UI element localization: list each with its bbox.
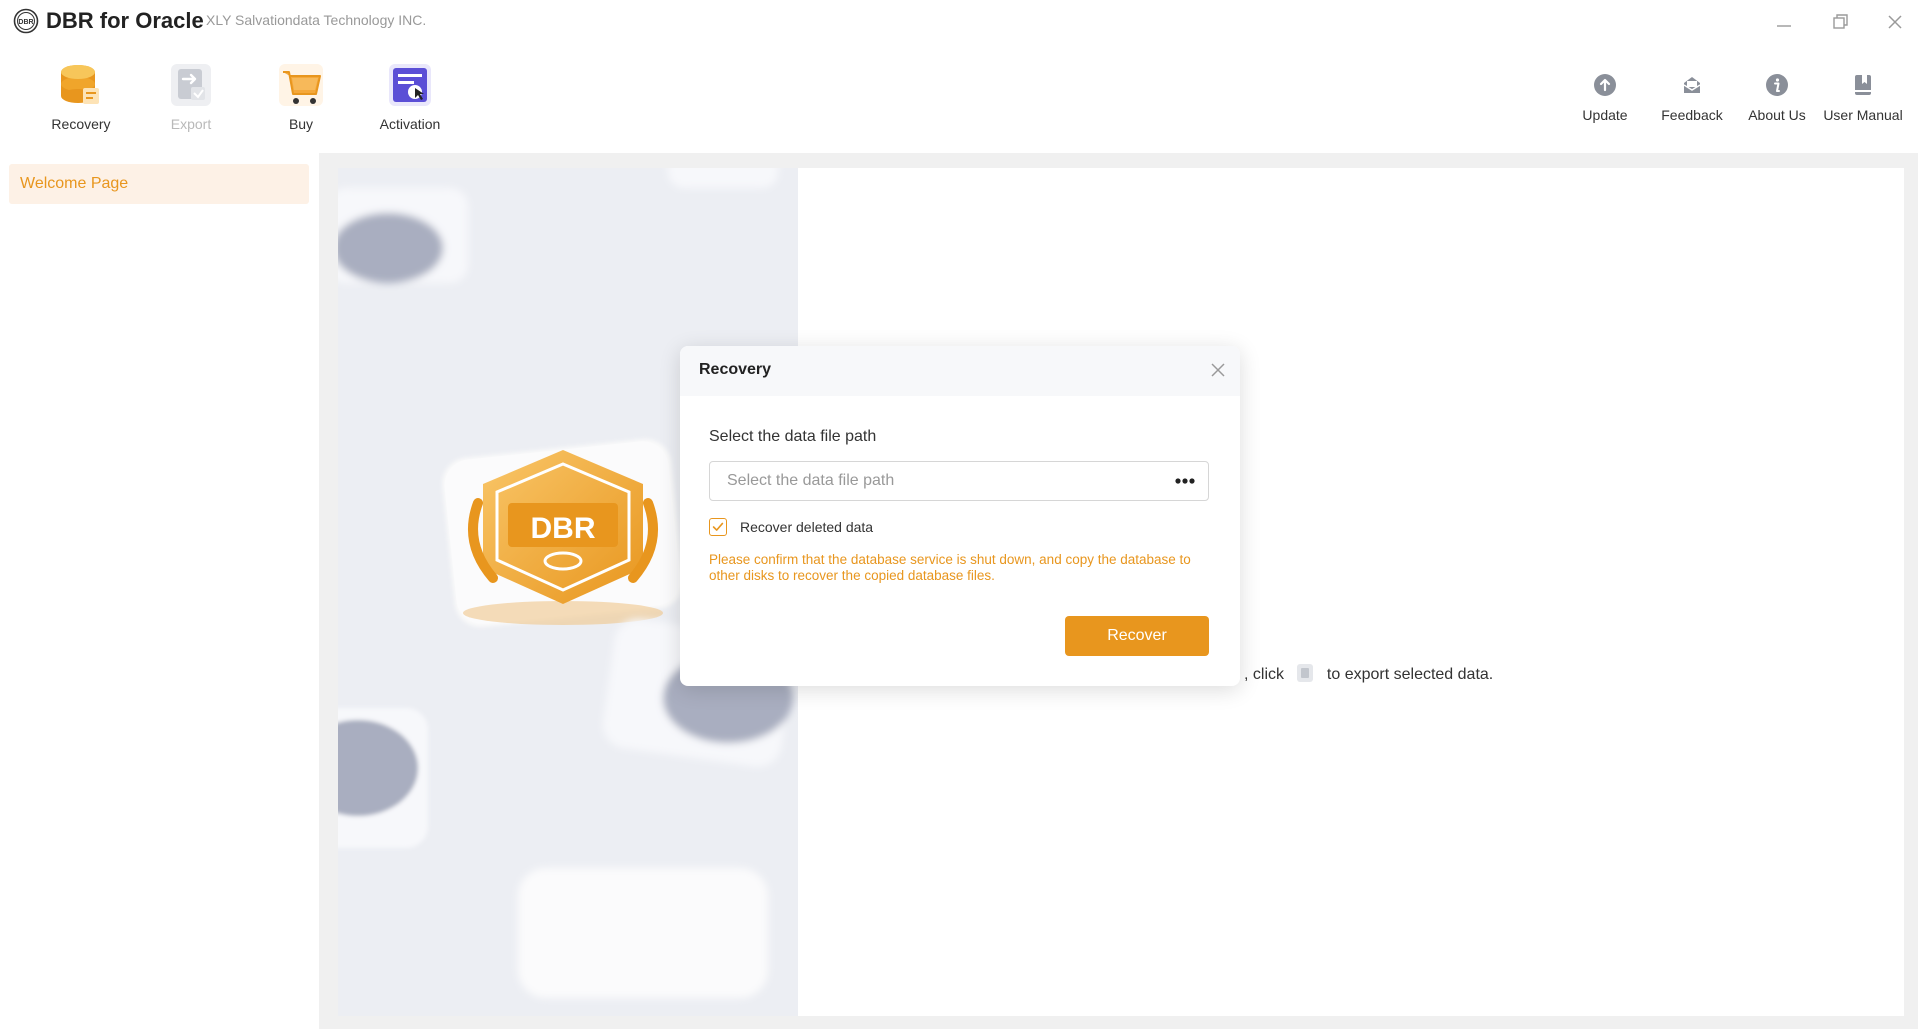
about-us-button[interactable]: About Us [1727,73,1827,123]
about-us-label: About Us [1748,107,1806,123]
close-icon [1888,15,1902,29]
database-coins-icon [61,65,99,104]
hint-click-text: , click [1244,666,1284,683]
browse-more-icon[interactable] [1167,468,1203,494]
shopping-cart-icon [279,64,323,106]
title-bar: DBR DBR for Oracle XLY Salvationdata Tec… [0,0,1918,40]
close-icon[interactable] [1208,360,1228,380]
illustration-badge-text: DBR [531,512,596,545]
minimize-button[interactable] [1770,8,1798,36]
toolbar: Recovery Export Buy Activation Update Fe… [0,48,1918,148]
recovery-label: Recovery [51,116,111,132]
recover-deleted-label[interactable]: Recover deleted data [740,519,873,535]
app-company: XLY Salvationdata Technology INC. [206,12,427,28]
app-title: DBR for Oracle [46,8,204,33]
sidebar: Welcome Page [0,153,319,1029]
activation-button[interactable]: Activation [360,60,460,132]
update-button[interactable]: Update [1555,73,1655,123]
dialog-header: Recovery [680,346,1240,396]
activation-label: Activation [379,116,441,132]
export-button[interactable]: Export [141,60,241,132]
welcome-hint: , click to export selected data. [1244,663,1493,684]
recover-deleted-checkbox[interactable] [709,518,727,536]
activation-icon [389,64,431,106]
feedback-mail-icon [1683,77,1701,93]
buy-button[interactable]: Buy [251,60,351,132]
user-manual-label: User Manual [1823,107,1903,123]
path-label: Select the data file path [709,428,877,445]
update-label: Update [1582,107,1628,123]
user-manual-button[interactable]: User Manual [1813,73,1913,123]
warning-text: Please confirm that the database service… [709,552,1191,583]
checkmark-icon [712,522,724,531]
update-icon [1594,74,1616,96]
buy-label: Buy [288,116,314,132]
data-file-path-input[interactable] [709,461,1209,501]
recovery-dialog: Recovery Select the data file path Recov… [680,346,1240,686]
restore-icon [1833,14,1848,29]
close-window-button[interactable] [1881,8,1909,36]
minimize-icon [1777,25,1791,27]
sidebar-item-welcome-page[interactable]: Welcome Page [9,164,309,204]
export-icon [171,64,211,106]
export-mini-icon [1297,664,1314,682]
hint-tail-text: to export selected data. [1326,666,1494,683]
app-logo-text: DBR [18,19,33,26]
export-label: Export [170,116,212,132]
recover-button[interactable]: Recover [1065,616,1209,656]
app-logo-icon: DBR [13,8,39,34]
info-icon [1766,74,1788,96]
restore-button[interactable] [1826,8,1854,36]
book-icon [1855,75,1871,95]
dialog-title: Recovery [699,361,772,378]
recovery-button[interactable]: Recovery [31,60,131,132]
